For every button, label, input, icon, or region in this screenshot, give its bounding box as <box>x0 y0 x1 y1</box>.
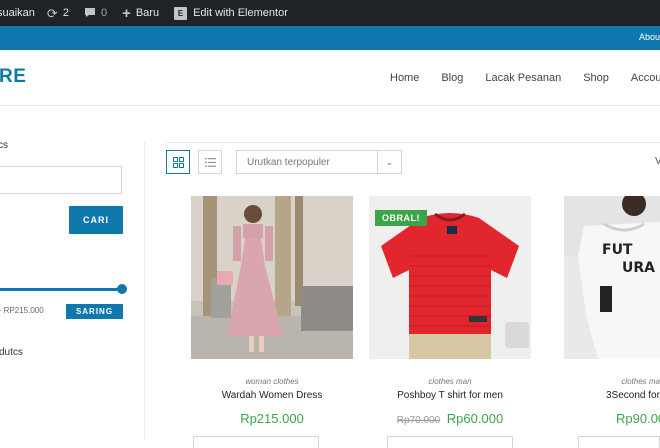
product-search-input[interactable] <box>0 166 122 194</box>
nav-account[interactable]: Account <box>631 72 660 84</box>
price-slider-handle[interactable] <box>117 284 127 294</box>
product-image[interactable]: FUT URA <box>564 196 660 359</box>
product-category[interactable]: woman clothes <box>182 377 362 386</box>
shirt-print-line2: URA <box>622 260 655 276</box>
add-to-cart-button[interactable] <box>193 436 319 448</box>
product-category[interactable]: clothes man <box>360 377 540 386</box>
nav-blog[interactable]: Blog <box>441 72 463 84</box>
customize-label: suaikan <box>0 7 35 19</box>
sale-badge: OBRAL! <box>375 210 427 226</box>
current-price: Rp90.00 <box>616 411 660 426</box>
add-to-cart-button[interactable] <box>578 436 660 448</box>
main-nav: Home Blog Lacak Pesanan Shop Account <box>390 72 660 84</box>
about-link[interactable]: Abou <box>639 32 660 42</box>
add-to-cart-button[interactable] <box>387 436 513 448</box>
list-view-button[interactable] <box>198 150 222 174</box>
search-button[interactable]: CARI <box>69 206 123 234</box>
product-image[interactable]: OBRAL! <box>369 196 531 359</box>
price-slider-track[interactable] <box>0 288 122 291</box>
updates-link[interactable]: ⟳ 2 <box>47 0 69 26</box>
product-area: Urutkan terpopuler ⌄ V woman clothes War… <box>145 106 660 448</box>
filter-button[interactable]: SARING <box>66 304 123 319</box>
comments-link[interactable]: 0 <box>84 0 107 26</box>
product-name[interactable]: 3Second for <box>606 390 660 401</box>
view-count-label: V <box>655 156 660 167</box>
nav-shop[interactable]: Shop <box>583 72 609 84</box>
customize-link[interactable]: suaikan <box>0 0 35 26</box>
sort-select[interactable]: Urutkan terpopuler ⌄ <box>236 150 402 174</box>
new-content-link[interactable]: + Baru <box>122 0 159 26</box>
product-price: Rp215.000 <box>182 411 362 426</box>
categories-widget-title: dutcs <box>0 347 23 358</box>
product-price: Rp90.00 <box>616 411 660 426</box>
grid-view-button[interactable] <box>166 150 190 174</box>
product-name[interactable]: Wardah Women Dress <box>182 390 362 401</box>
site-logo[interactable]: RE <box>0 66 26 88</box>
comment-icon <box>84 7 96 20</box>
list-icon <box>204 157 216 167</box>
shirt-print-line1: FUT <box>602 242 633 258</box>
old-price: Rp70.000 <box>396 415 441 426</box>
nav-home[interactable]: Home <box>390 72 419 84</box>
new-label: Baru <box>135 7 160 19</box>
edit-elementor-label: Edit with Elementor <box>193 7 288 19</box>
shop-sidebar: cs CARI – RP215.000 SARING dutcs <box>0 106 145 440</box>
product-name[interactable]: Poshboy T shirt for men <box>360 390 540 401</box>
shop-toolbar: Urutkan terpopuler ⌄ V <box>166 150 660 176</box>
product-category[interactable]: clothes ma <box>564 377 660 386</box>
sort-selected-value: Urutkan terpopuler <box>247 156 330 168</box>
updates-count: 2 <box>62 7 69 19</box>
edit-elementor-link[interactable]: E Edit with Elementor <box>174 0 288 26</box>
current-price: Rp215.000 <box>240 411 304 426</box>
elementor-icon: E <box>174 6 188 20</box>
product-image[interactable] <box>191 196 353 359</box>
product-price: Rp70.000 Rp60.000 <box>360 411 540 426</box>
nav-track-order[interactable]: Lacak Pesanan <box>485 72 561 84</box>
search-widget-title: cs <box>0 140 8 151</box>
site-header: RE Home Blog Lacak Pesanan Shop Account <box>0 50 660 106</box>
toolbar-divider <box>166 142 660 143</box>
plus-icon: + <box>122 4 131 22</box>
comments-count: 0 <box>100 7 108 19</box>
price-range-text: – RP215.000 <box>0 306 44 315</box>
chevron-down-icon: ⌄ <box>377 151 401 173</box>
admin-bar: suaikan ⟳ 2 0 + Baru E Edit with Element… <box>0 0 660 26</box>
top-bar: Abou <box>0 26 660 50</box>
refresh-icon: ⟳ <box>46 5 58 21</box>
current-price: Rp60.000 <box>446 411 504 426</box>
grid-icon <box>172 156 184 168</box>
